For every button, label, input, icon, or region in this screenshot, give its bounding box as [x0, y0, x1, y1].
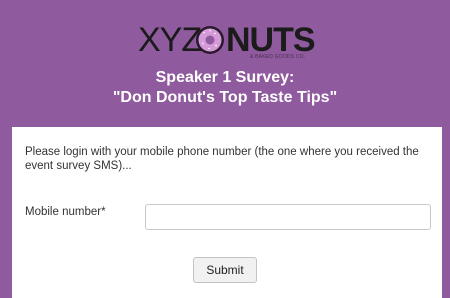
- donut-icon: [194, 24, 226, 56]
- survey-title-line-1: Speaker 1 Survey:: [155, 69, 295, 86]
- mobile-number-input[interactable]: [145, 204, 431, 230]
- logo-text-left: XYZ: [138, 21, 202, 59]
- submit-button[interactable]: Submit: [193, 257, 257, 283]
- login-form-panel: Please login with your mobile phone numb…: [12, 127, 442, 298]
- logo-tagline: & BAKED GOODS CO.: [250, 54, 306, 60]
- mobile-number-label: Mobile number*: [25, 206, 106, 218]
- brand-logo: XYZ NUTS & BAKED GOODS CO.: [138, 18, 318, 62]
- login-instructions: Please login with your mobile phone numb…: [25, 146, 419, 172]
- survey-title-line-2: "Don Donut's Top Taste Tips": [112, 89, 338, 106]
